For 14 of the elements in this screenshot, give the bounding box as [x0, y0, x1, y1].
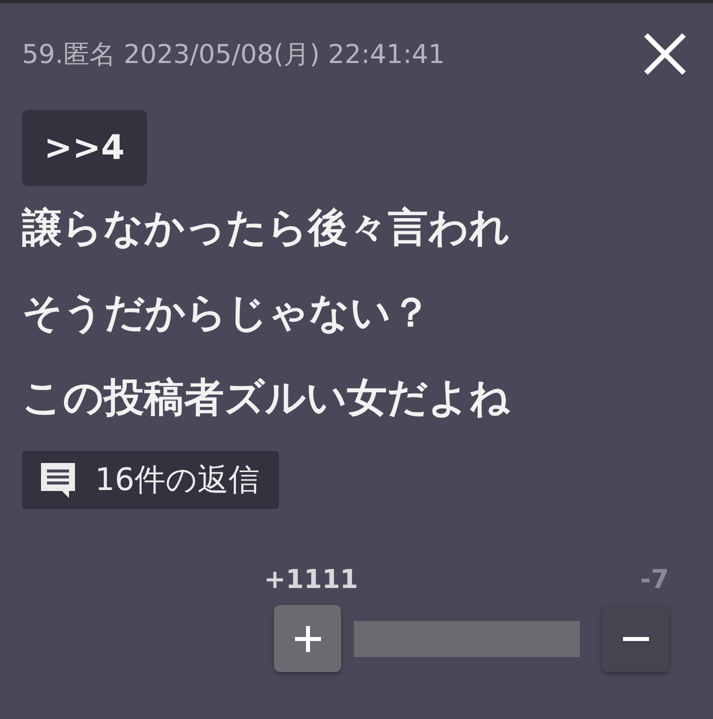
- comment-icon: [39, 461, 77, 499]
- downvote-count: -7: [640, 565, 669, 595]
- replies-button[interactable]: 16件の返信: [22, 451, 280, 509]
- upvote-count: +1111: [264, 565, 358, 595]
- close-icon[interactable]: [643, 32, 687, 76]
- upvote-button[interactable]: [274, 605, 341, 672]
- post-meta: 59.匿名 2023/05/08(月) 22:41:41: [22, 38, 445, 72]
- downvote-button[interactable]: [602, 605, 669, 672]
- reply-anchor[interactable]: >>4: [22, 110, 147, 186]
- post-text: 譲らなかったら後々言われ: [22, 204, 511, 253]
- plus-icon: [292, 624, 322, 654]
- post-text: この投稿者ズルい女だよね: [22, 374, 511, 423]
- post-text: そうだからじゃない？: [22, 289, 432, 338]
- minus-icon: [620, 636, 650, 640]
